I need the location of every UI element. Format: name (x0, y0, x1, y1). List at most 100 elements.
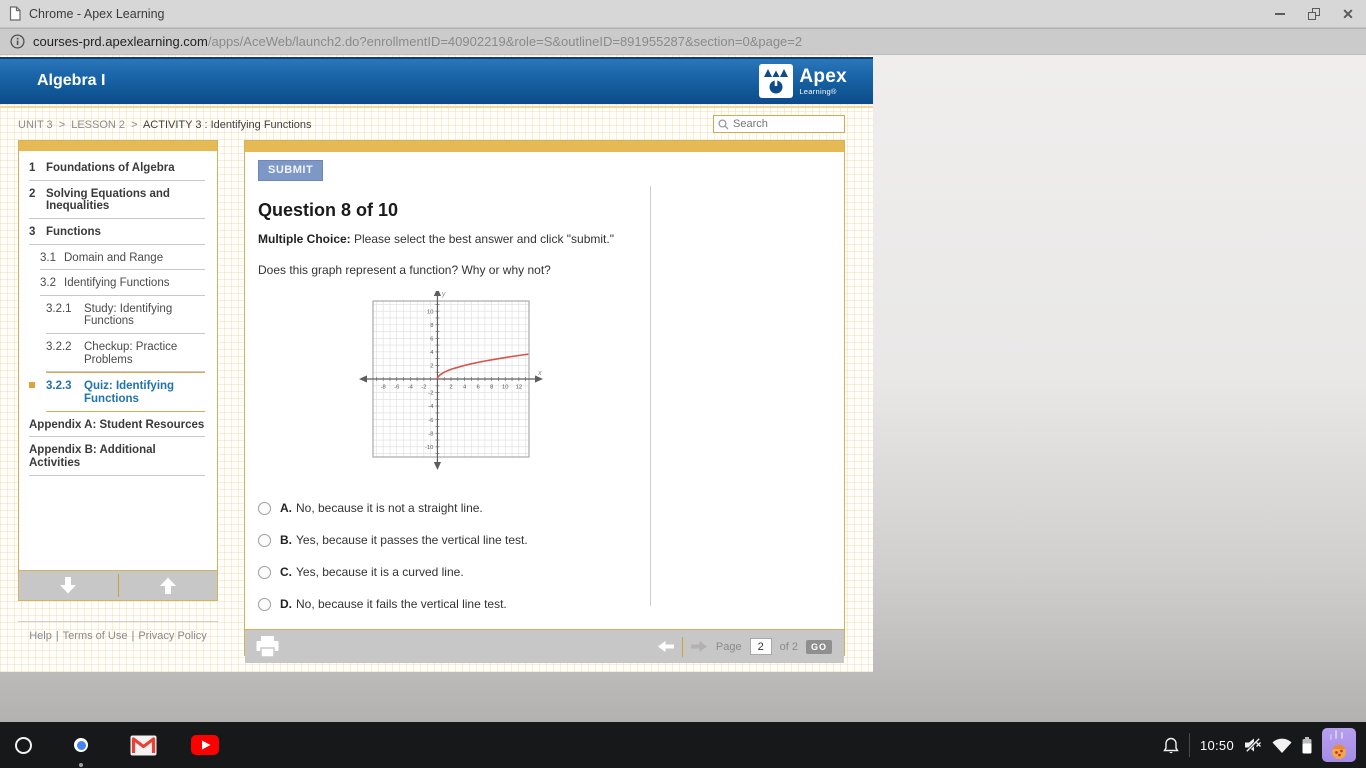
y-tick-label: -2 (428, 391, 433, 397)
answer-option[interactable]: D. No, because it fails the vertical line… (258, 597, 844, 611)
y-axis-label: y (441, 291, 446, 298)
battery-icon[interactable] (1302, 736, 1312, 754)
sidebar-item[interactable]: 1 Foundations of Algebra (29, 155, 205, 181)
restore-button[interactable] (1304, 4, 1324, 24)
y-tick-label: -8 (428, 431, 433, 437)
search-input[interactable] (733, 118, 833, 130)
sidebar-nav: 1 Foundations of Algebra 2 Solving Equation… (19, 151, 217, 570)
sidebar-item[interactable]: 2 Solving Equations and Inequalities (29, 181, 205, 219)
radio-button[interactable] (258, 565, 271, 579)
radio-button[interactable] (258, 501, 271, 515)
answer-option[interactable]: B. Yes, because it passes the vertical li… (258, 533, 844, 547)
option-text: Yes, because it passes the vertical line… (296, 533, 528, 547)
option-text: Yes, because it is a curved line. (296, 565, 464, 579)
scroll-up-button[interactable] (119, 571, 218, 600)
url-text[interactable]: courses-prd.apexlearning.com/apps/AceWeb… (33, 34, 802, 49)
pizza-app-icon[interactable] (1322, 728, 1356, 762)
notification-bell-icon[interactable] (1163, 737, 1179, 754)
y-tick-label: -10 (425, 445, 433, 451)
item-label: Study: Identifying Functions (84, 302, 173, 328)
apex-app: Algebra I Apex Learning® UNIT 3 > LESSON… (0, 55, 873, 672)
pagination: Page of 2 GO (657, 636, 832, 657)
breadcrumb-unit[interactable]: UNIT 3 (18, 119, 53, 131)
sidebar-item[interactable]: Appendix A: Student Resources (29, 412, 205, 438)
sidebar-item[interactable]: 3 Functions (29, 219, 205, 245)
link-separator: | (131, 630, 135, 642)
sidebar-item[interactable]: Appendix B: Additional Activities (29, 437, 205, 476)
breadcrumb: UNIT 3 > LESSON 2 > ACTIVITY 3 : Identif… (18, 119, 312, 131)
sidebar-item[interactable]: 3.2.1 Study: Identifying Functions (46, 296, 205, 335)
item-label: Foundations of Algebra (46, 162, 175, 174)
footer-link[interactable]: Privacy Policy (138, 630, 206, 642)
y-tick-label: -4 (428, 404, 434, 410)
screen: Chrome - Apex Learning ✕ courses-prd.ape… (0, 0, 1366, 768)
page-number-input[interactable] (749, 638, 772, 655)
address-bar[interactable]: courses-prd.apexlearning.com/apps/AceWeb… (0, 29, 1366, 55)
system-tray[interactable]: 10:50 (1163, 728, 1356, 762)
item-label: Checkup: Practice Problems (84, 341, 178, 366)
gmail-app-icon[interactable] (130, 735, 157, 756)
question-instructions: Multiple Choice: Please select the best … (258, 232, 844, 246)
option-letter: D. (280, 597, 292, 611)
question-area: SUBMIT Question 8 of 10 Multiple Choice:… (245, 152, 844, 629)
youtube-app-icon[interactable] (191, 735, 219, 755)
footer-link[interactable]: Help (29, 630, 52, 642)
item-number: 3 (29, 225, 36, 238)
item-number: 3.2.1 (46, 302, 72, 315)
y-tick-label: -6 (428, 418, 433, 424)
item-label: Domain and Range (64, 251, 164, 264)
graph-container: -8 -6 -4 -2 2 4 6 8 10 12 -10 -8 -6 -4 -2 2 4 6 8 10 x y (358, 288, 548, 477)
y-tick-label: 8 (430, 323, 433, 329)
go-button[interactable]: GO (805, 639, 832, 654)
launcher-button[interactable] (15, 736, 32, 754)
previous-page-button[interactable] (657, 640, 674, 653)
down-arrow-icon (60, 577, 77, 594)
sidebar-item[interactable]: 3.2.2 Checkup: Practice Problems (46, 334, 205, 373)
sidebar-top-strip (19, 141, 217, 151)
radio-button[interactable] (258, 597, 271, 611)
breadcrumb-lesson[interactable]: LESSON 2 (71, 119, 125, 131)
site-info-icon[interactable] (10, 34, 25, 49)
url-domain: courses-prd.apexlearning.com (33, 34, 208, 49)
volume-muted-icon[interactable] (1244, 737, 1262, 753)
x-tick-label: -4 (408, 385, 414, 391)
sidebar-item[interactable]: 3.2.3 Quiz: Identifying Functions (29, 372, 205, 412)
x-tick-label: 10 (502, 385, 508, 391)
browser-titlebar: Chrome - Apex Learning ✕ (0, 0, 1366, 28)
close-button[interactable]: ✕ (1338, 4, 1358, 24)
brand-name: Apex (799, 65, 847, 87)
answer-option[interactable]: A. No, because it is not a straight line. (258, 501, 844, 515)
item-label: Functions (46, 225, 101, 238)
scroll-down-button[interactable] (19, 571, 118, 600)
taskbar: 10:50 (0, 722, 1366, 768)
print-button[interactable] (255, 635, 280, 658)
clock[interactable]: 10:50 (1200, 738, 1234, 753)
chrome-app-icon[interactable] (66, 730, 96, 767)
browser-viewport: Algebra I Apex Learning® UNIT 3 > LESSON… (0, 55, 1366, 722)
radio-button[interactable] (258, 533, 271, 547)
sidebar-scroller (19, 570, 217, 600)
sidebar-item[interactable]: 3.1 Domain and Range (40, 245, 205, 271)
item-label: Quiz: Identifying Functions (84, 380, 175, 406)
footer-link[interactable]: Terms of Use (63, 630, 128, 642)
wifi-icon[interactable] (1272, 737, 1292, 753)
tray-divider (1188, 733, 1190, 757)
answer-option[interactable]: C. Yes, because it is a curved line. (258, 565, 844, 579)
next-page-button[interactable] (690, 640, 708, 653)
x-tick-label: -8 (381, 385, 386, 391)
panel-footer: Page of 2 GO (245, 629, 844, 663)
sidebar: 1 Foundations of Algebra 2 Solving Equation… (18, 140, 218, 601)
submit-button[interactable]: SUBMIT (258, 160, 324, 181)
printer-icon (256, 635, 279, 658)
x-tick-label: -2 (421, 385, 426, 391)
item-number: 1 (29, 162, 36, 174)
page-label: Page (715, 640, 742, 653)
panel-top-strip (245, 141, 844, 152)
search-box[interactable] (713, 115, 845, 133)
brand-subtitle: Learning® (799, 86, 837, 96)
sidebar-item[interactable]: 3.2 Identifying Functions (40, 270, 205, 296)
window-title: Chrome - Apex Learning (29, 6, 165, 21)
minimize-button[interactable] (1270, 4, 1290, 24)
y-tick-label: 6 (430, 336, 433, 342)
breadcrumb-separator: > (131, 119, 138, 131)
